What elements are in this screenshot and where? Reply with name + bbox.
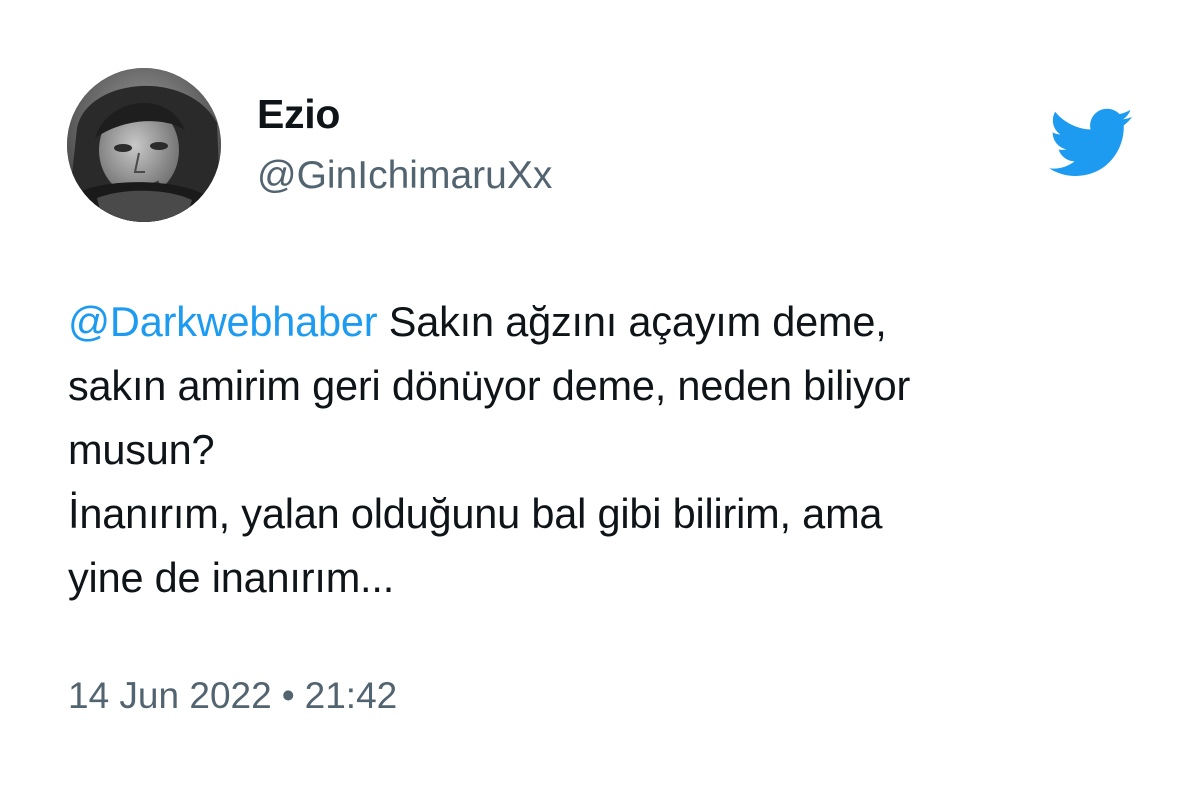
avatar[interactable] bbox=[67, 68, 221, 222]
tweet-text-line: İnanırım, yalan olduğunu bal gibi biliri… bbox=[68, 490, 883, 537]
tweet-text-line: sakın amirim geri dönüyor deme, neden bi… bbox=[68, 362, 911, 409]
twitter-bird-icon bbox=[1046, 108, 1134, 180]
tweet-text-line: @Darkwebhaber Sakın ağzını açayım deme, bbox=[68, 290, 1148, 354]
tweet-text-line: yine de inanırım... bbox=[68, 554, 395, 601]
tweet-card: Ezio @GinIchimaruXx @Darkwebhaber Sakın … bbox=[0, 0, 1200, 785]
avatar-photo bbox=[67, 68, 221, 222]
author-handle[interactable]: @GinIchimaruXx bbox=[257, 156, 552, 195]
tweet-text-line: musun? bbox=[68, 426, 215, 473]
author-display-name[interactable]: Ezio bbox=[257, 94, 340, 135]
mention-link[interactable]: @Darkwebhaber bbox=[68, 298, 378, 345]
tweet-text-segment: Sakın ağzını açayım deme, bbox=[377, 298, 887, 345]
tweet-text: @Darkwebhaber Sakın ağzını açayım deme, … bbox=[68, 290, 1148, 610]
tweet-timestamp[interactable]: 14 Jun 2022 • 21:42 bbox=[68, 677, 397, 714]
tweet-date: 14 Jun 2022 bbox=[68, 675, 272, 716]
tweet-time: 21:42 bbox=[304, 675, 398, 716]
meta-separator: • bbox=[281, 675, 295, 716]
